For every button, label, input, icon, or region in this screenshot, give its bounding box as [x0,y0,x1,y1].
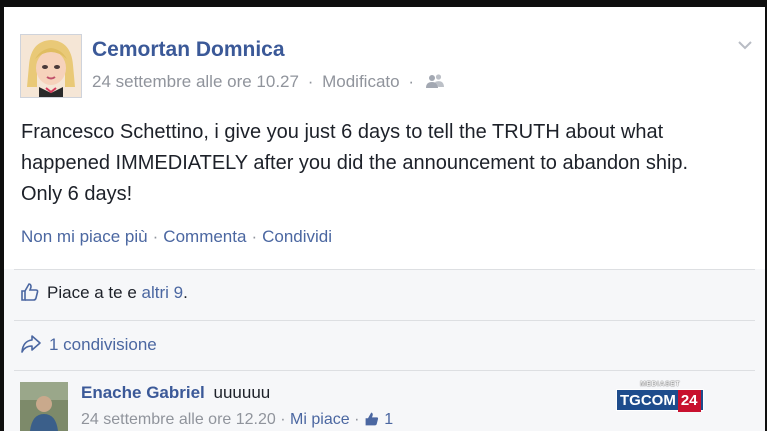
action-separator: · [251,227,258,246]
post-text-line: Francesco Schettino, i give you just 6 d… [21,121,664,143]
comment-like-icon [364,411,380,431]
meta-separator: · [307,72,314,91]
divider [14,370,755,371]
share-link[interactable]: Condividi [262,227,332,246]
divider [14,269,755,270]
comment-like-link[interactable]: Mi piace [290,411,350,428]
meta-separator: · [280,411,286,428]
action-separator: · [152,227,159,246]
post-edited-label[interactable]: Modificato [322,72,399,91]
comment-link[interactable]: Commenta [163,227,246,246]
post-text-line: Only 6 days! [21,183,133,205]
post-author-name[interactable]: Cemortan Domnica [92,38,285,62]
avatar-cartoon [21,35,81,97]
divider [14,320,755,321]
comment: Enache Gabriel uuuuuu [81,383,270,403]
post-timestamp[interactable]: 24 settembre alle ore 10.27 [92,72,299,91]
tgcom24-watermark: MEDIASET TGCOM 24 [616,381,706,415]
meta-separator: · [408,72,414,91]
likes-others-link[interactable]: altri 9 [142,283,184,302]
shares-summary[interactable]: 1 condivisione [20,334,157,359]
watermark-number: 24 [677,390,701,412]
post-text-line: happened IMMEDIATELY after you did the a… [21,152,689,174]
shares-count: 1 condivisione [49,335,157,354]
unlike-link[interactable]: Non mi piace più [21,227,148,246]
watermark-brand: TGCOM [620,392,676,409]
meta-separator: · [354,411,360,428]
author-avatar[interactable] [20,34,82,98]
likes-prefix: Piace a te e [47,283,137,302]
chevron-down-icon[interactable] [737,37,753,55]
likes-suffix: . [183,283,188,302]
post-body: Cemortan Domnica 24 settembre alle ore 1… [4,7,765,269]
comment-like-count: 1 [384,411,394,428]
comment-timestamp[interactable]: 24 settembre alle ore 12.20 [81,411,276,428]
likes-summary: Piace a te e altri 9. [20,282,188,307]
post-text: Francesco Schettino, i give you just 6 d… [21,117,741,210]
comment-author-name[interactable]: Enache Gabriel [81,383,205,402]
comment-meta: 24 settembre alle ore 12.20 · Mi piace ·… [81,411,393,431]
watermark-brand-box: TGCOM 24 [616,389,704,412]
comment-text: uuuuuu [213,383,271,402]
watermark-network: MEDIASET [640,381,681,388]
friends-icon[interactable] [425,73,444,94]
share-arrow-icon [20,334,42,359]
thumbs-up-icon [20,282,40,307]
comment-author-avatar[interactable] [20,382,68,431]
facebook-post-card: Cemortan Domnica 24 settembre alle ore 1… [4,7,765,431]
post-meta: 24 settembre alle ore 10.27 · Modificato… [92,72,444,94]
post-actions: Non mi piace più · Commenta · Condividi [21,227,332,247]
